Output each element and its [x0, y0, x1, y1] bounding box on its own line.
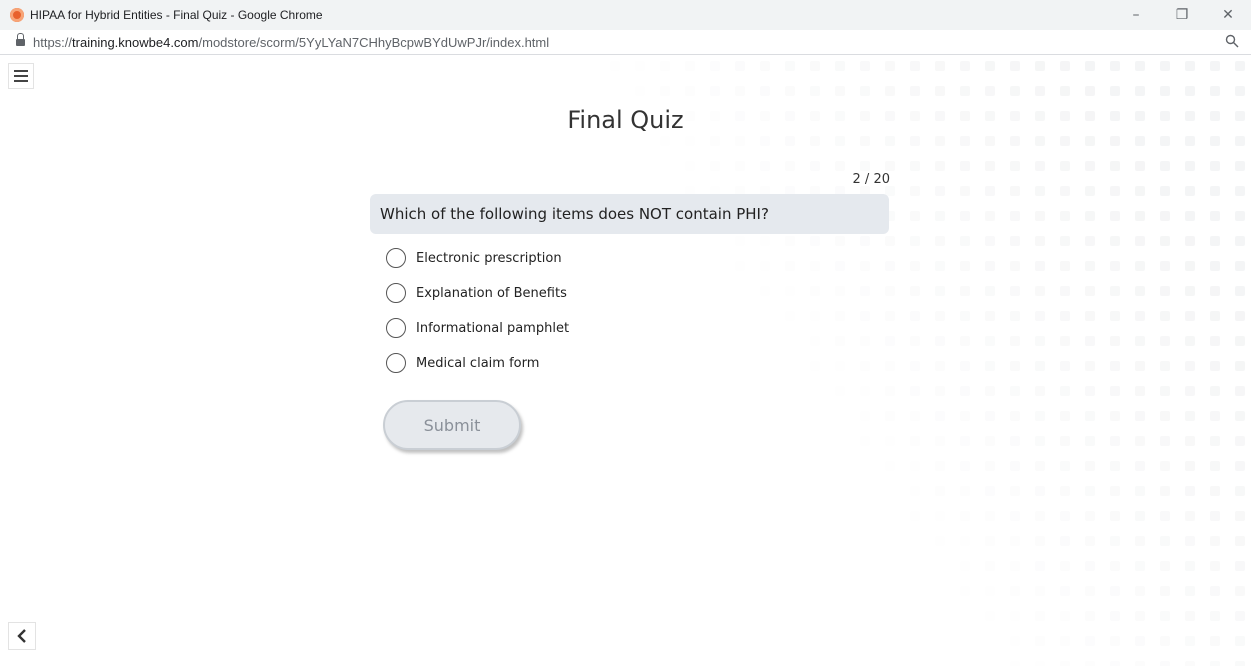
hamburger-menu-icon[interactable] — [8, 63, 34, 89]
answer-option[interactable]: Explanation of Benefits — [386, 281, 567, 305]
answer-option-label: Informational pamphlet — [416, 320, 570, 336]
submit-button[interactable]: Submit — [383, 400, 521, 450]
dotted-background-pattern — [810, 61, 1245, 666]
url-protocol: https:// — [33, 34, 73, 50]
back-button[interactable] — [8, 622, 36, 650]
window-title: HIPAA for Hybrid Entities - Final Quiz -… — [30, 8, 323, 22]
address-bar[interactable]: https:// training.knowbe4.com /modstore/… — [0, 30, 1251, 55]
answer-option[interactable]: Electronic prescription — [386, 246, 562, 270]
course-content: Final Quiz 2 / 20 Which of the following… — [0, 55, 1251, 666]
radio-button[interactable] — [386, 248, 406, 268]
answer-option-label: Electronic prescription — [416, 250, 562, 266]
page-title: Final Quiz — [567, 106, 684, 134]
url-path: /modstore/scorm/5YyLYaN7CHhyBcpwBYdUwPJr… — [198, 34, 550, 50]
browser-title-bar: HIPAA for Hybrid Entities - Final Quiz -… — [0, 0, 1251, 30]
lock-icon[interactable] — [16, 33, 25, 47]
answer-option-label: Medical claim form — [416, 355, 540, 371]
close-button[interactable]: ✕ — [1205, 0, 1251, 30]
question-text-box: Which of the following items does NOT co… — [370, 194, 889, 234]
radio-button[interactable] — [386, 283, 406, 303]
question-counter: 2 / 20 — [852, 172, 890, 187]
minimize-button[interactable]: – — [1113, 0, 1159, 30]
knowbe4-favicon-icon — [10, 8, 24, 22]
answer-option[interactable]: Medical claim form — [386, 351, 539, 375]
answer-option-label: Explanation of Benefits — [416, 285, 567, 301]
radio-button[interactable] — [386, 353, 406, 373]
radio-button[interactable] — [386, 318, 406, 338]
url-host: training.knowbe4.com — [72, 34, 199, 50]
question-text: Which of the following items does NOT co… — [380, 205, 769, 223]
window-controls: – ❐ ✕ — [1113, 0, 1251, 30]
chevron-left-icon — [17, 629, 26, 643]
answer-option[interactable]: Informational pamphlet — [386, 316, 569, 340]
magnifier-icon[interactable] — [1225, 34, 1239, 48]
restore-button[interactable]: ❐ — [1159, 0, 1205, 30]
